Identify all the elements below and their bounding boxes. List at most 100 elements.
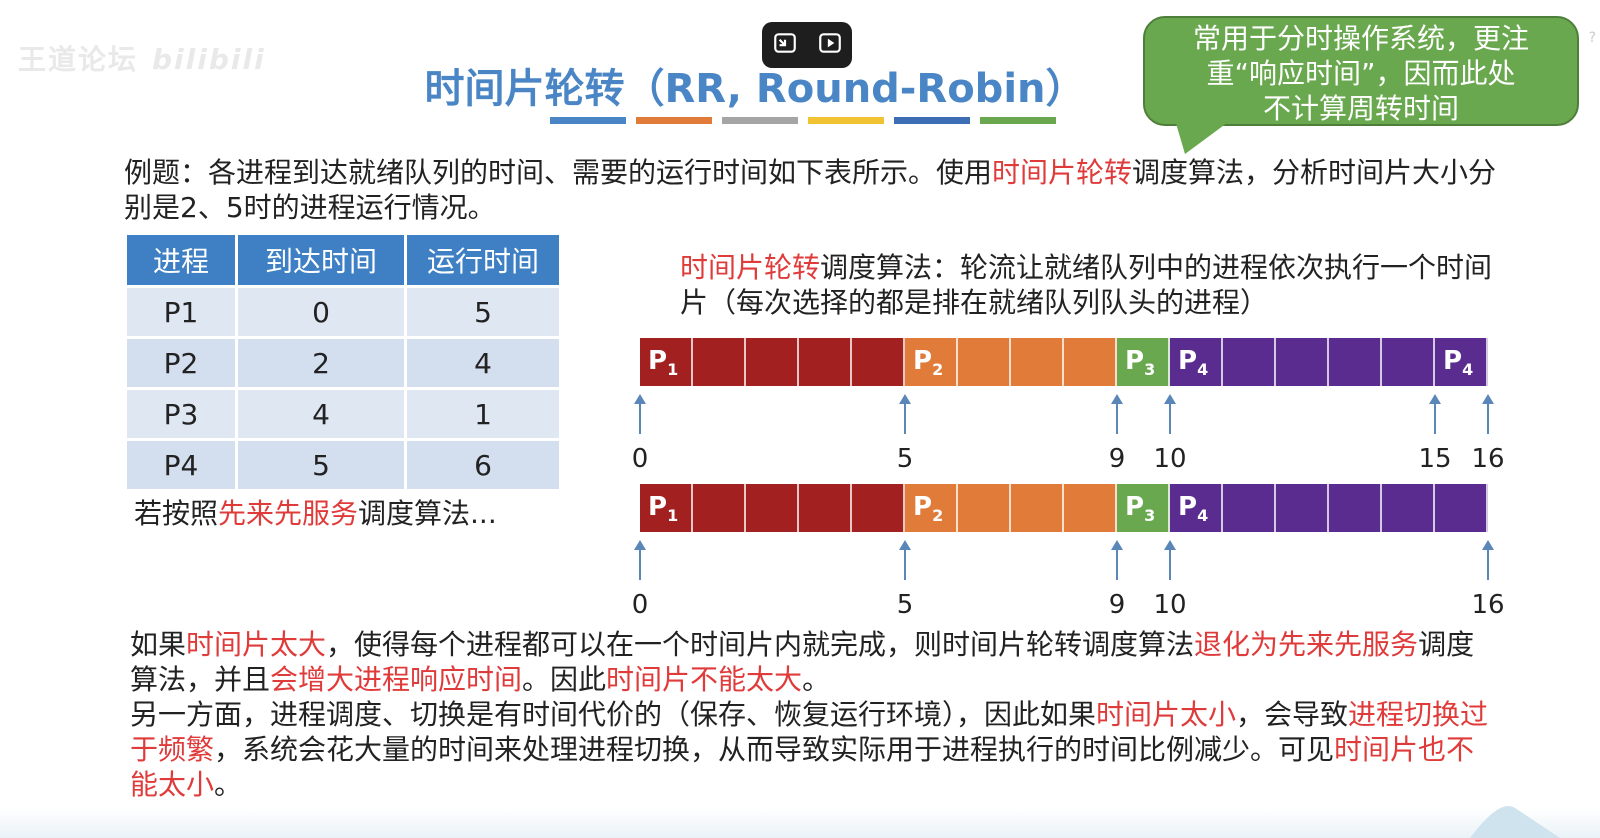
gantt-tick-arrow xyxy=(634,540,646,580)
table-header: 到达时间 xyxy=(235,232,407,288)
table-header-row: 进程 到达时间 运行时间 xyxy=(124,232,562,288)
gantt-cell xyxy=(1329,338,1382,386)
conclusion-highlight: 会增大进程响应时间 xyxy=(270,663,523,696)
question-text: 例题：各进程到达就绪队列的时间、需要的运行时间如下表所示。使用时间片轮转调度算法… xyxy=(124,155,1524,225)
gantt-cell xyxy=(1223,484,1276,532)
table-cell: P2 xyxy=(124,336,238,390)
gantt-tick-label: 16 xyxy=(1471,590,1505,620)
title-underline xyxy=(550,117,1056,124)
gantt-cell xyxy=(958,484,1011,532)
conclusion-highlight: 时间片太大 xyxy=(186,628,327,661)
conclusion-text: 。因此 xyxy=(522,663,607,696)
callout-line: 重“响应时间”，因而此处 xyxy=(1206,57,1516,90)
conclusion-text: ，会导致 xyxy=(1236,698,1349,731)
fcfs-part2: 调度算法... xyxy=(358,497,497,530)
gantt-tick-label: 0 xyxy=(631,590,649,620)
gantt-tick-label: 5 xyxy=(896,590,914,620)
table-cell: P3 xyxy=(124,387,238,441)
gantt-cell xyxy=(693,484,746,532)
table-row: P1 0 5 xyxy=(124,285,562,339)
gantt-cell xyxy=(746,484,799,532)
gantt-process-label: P2 xyxy=(913,346,944,380)
gantt-tick-label: 9 xyxy=(1108,590,1126,620)
gantt-cell xyxy=(958,338,1011,386)
gantt-cell xyxy=(1382,338,1435,386)
conclusion: 如果时间片太大，使得每个进程都可以在一个时间片内就完成，则时间片轮转调度算法退化… xyxy=(130,627,1490,802)
gantt-tick-arrow xyxy=(634,394,646,434)
gantt-cell xyxy=(852,338,905,386)
gantt-process-label: P4 xyxy=(1443,346,1474,380)
gantt-cell xyxy=(1223,338,1276,386)
gantt-tick-arrow xyxy=(899,394,911,434)
gantt-tick-arrow xyxy=(1164,394,1176,434)
gantt-tick-label: 0 xyxy=(631,444,649,474)
table-header: 运行时间 xyxy=(404,232,562,288)
help-icon[interactable]: ? xyxy=(1589,30,1596,46)
process-table: 进程 到达时间 运行时间 P1 0 5 P2 2 4 P3 4 1 P4 5 6 xyxy=(124,232,562,492)
conclusion-text: 。 xyxy=(214,768,243,801)
gantt-cell xyxy=(852,484,905,532)
conclusion-text: 。 xyxy=(802,663,831,696)
gantt-cell xyxy=(1276,484,1329,532)
gantt-tick-arrow xyxy=(1111,540,1123,580)
gantt-process-label: P3 xyxy=(1125,346,1156,380)
gantt-tick-label: 15 xyxy=(1418,444,1452,474)
gantt-cell xyxy=(693,338,746,386)
gantt-tick-arrow xyxy=(1482,540,1494,580)
question-part1: 例题：各进程到达就绪队列的时间、需要的运行时间如下表所示。使用 xyxy=(124,156,993,189)
conclusion-text: ，系统会花大量的时间来处理进程切换，从而导致实际用于进程执行的时间比例减少。可见 xyxy=(214,733,1335,766)
table-cell: 0 xyxy=(235,285,407,339)
callout-tail xyxy=(1175,120,1231,154)
gantt-cell xyxy=(1382,484,1435,532)
underline-bar xyxy=(980,117,1056,124)
question-highlight: 时间片轮转 xyxy=(992,156,1133,189)
gantt-cell xyxy=(799,484,852,532)
gantt-cell xyxy=(1064,484,1117,532)
bottom-fade xyxy=(0,808,1600,838)
gantt-process-label: P1 xyxy=(648,346,679,380)
table-cell: 5 xyxy=(404,285,562,339)
conclusion-highlight: 时间片不能太大 xyxy=(606,663,803,696)
gantt-tick-arrow xyxy=(1482,394,1494,434)
table-cell: 4 xyxy=(404,336,562,390)
gantt-cell xyxy=(1011,484,1064,532)
gantt-chart-fcfs: P1 P2 P3 P4 0 5 9 10 16 xyxy=(632,484,1520,624)
gantt-tick-label: 16 xyxy=(1471,444,1505,474)
underline-bar xyxy=(722,117,798,124)
gantt-process-label: P1 xyxy=(648,492,679,526)
gantt-tick-label: 5 xyxy=(896,444,914,474)
gantt-cell xyxy=(1064,338,1117,386)
conclusion-text: ，使得每个进程都可以在一个时间片内就完成，则时间片轮转调度算法 xyxy=(326,628,1195,661)
table-cell: 6 xyxy=(404,438,562,492)
table-header: 进程 xyxy=(124,232,238,288)
gantt-process-label: P2 xyxy=(913,492,944,526)
underline-bar xyxy=(808,117,884,124)
gantt-cell xyxy=(1276,338,1329,386)
conclusion-highlight: 退化为先来先服务 xyxy=(1194,628,1419,661)
conclusion-text: 如果 xyxy=(130,628,187,661)
gantt-process-label: P4 xyxy=(1178,346,1209,380)
gantt-process-label: P4 xyxy=(1178,492,1209,526)
fcfs-part1: 若按照 xyxy=(134,497,219,530)
table-cell: P4 xyxy=(124,438,238,492)
conclusion-text: 另一方面，进程调度、切换是有时间代价的（保存、恢复运行环境），因此如果 xyxy=(130,698,1097,731)
conclusion-highlight: 时间片太小 xyxy=(1096,698,1237,731)
rr-desc-highlight: 时间片轮转 xyxy=(680,251,821,284)
gantt-tick-label: 10 xyxy=(1153,444,1187,474)
conclusion-para-1: 如果时间片太大，使得每个进程都可以在一个时间片内就完成，则时间片轮转调度算法退化… xyxy=(130,627,1490,697)
gantt-tick-arrow xyxy=(1164,540,1176,580)
gantt-tick-arrow xyxy=(1111,394,1123,434)
gantt-cell xyxy=(1011,338,1064,386)
gantt-tick-arrow xyxy=(899,540,911,580)
table-row: P4 5 6 xyxy=(124,438,562,492)
fcfs-note: 若按照先来先服务调度算法... xyxy=(134,496,497,531)
callout-bubble: 常用于分时操作系统，更注 重“响应时间”，因而此处 不计算周转时间 xyxy=(1143,16,1579,126)
gantt-chart-rr: P1 P2 P3 P4 P4 0 5 9 10 15 16 xyxy=(632,338,1520,478)
table-cell: 1 xyxy=(404,387,562,441)
table-cell: 4 xyxy=(235,387,407,441)
table-cell: 5 xyxy=(235,438,407,492)
rr-description: 时间片轮转调度算法：轮流让就绪队列中的进程依次执行一个时间片（每次选择的都是排在… xyxy=(680,250,1510,320)
fcfs-highlight: 先来先服务 xyxy=(218,497,359,530)
gantt-cell xyxy=(1435,484,1488,532)
underline-bar xyxy=(894,117,970,124)
